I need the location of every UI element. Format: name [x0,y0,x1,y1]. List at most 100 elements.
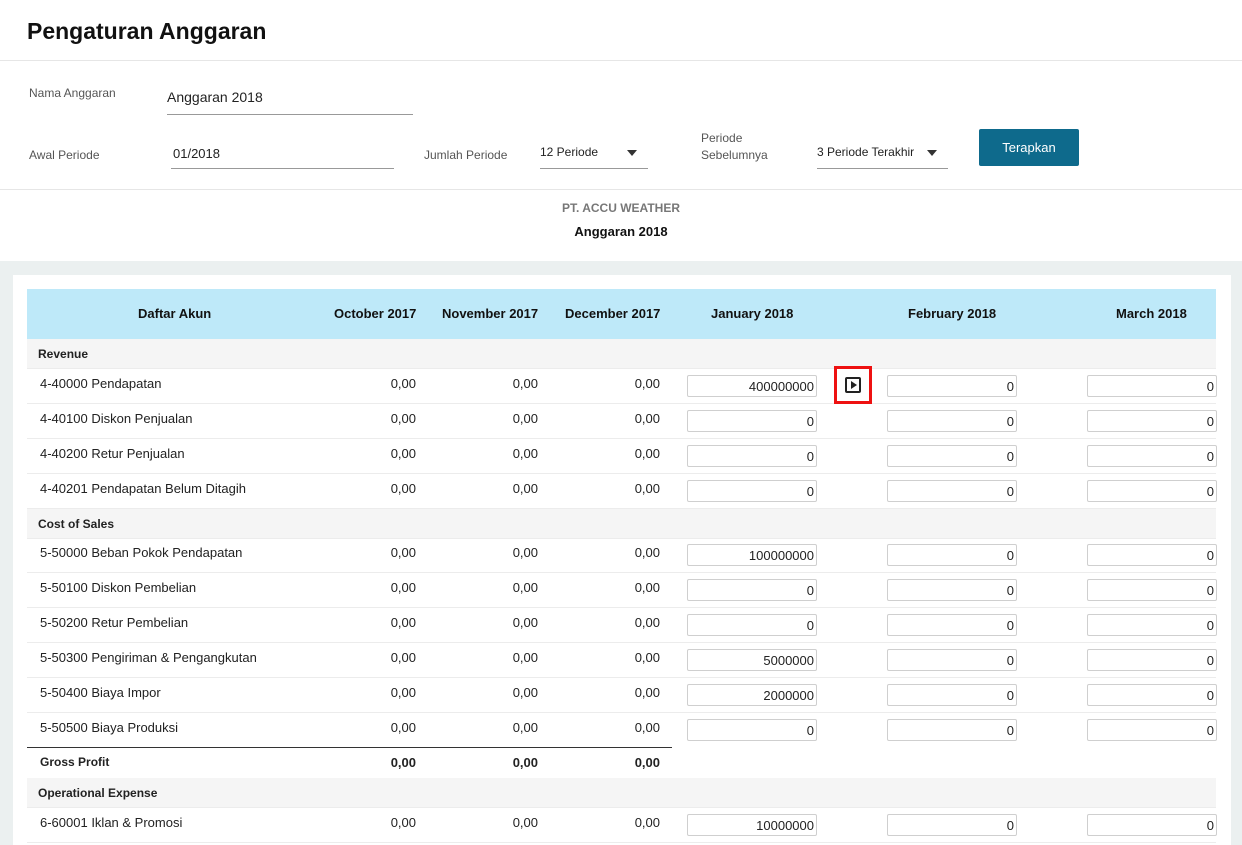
oct-value: 0,00 [390,815,416,830]
period-count-select[interactable]: 12 Periode [540,145,598,159]
oct-value: 0,00 [390,411,416,426]
company-name: PT. ACCU WEATHER [562,201,680,215]
dec-value: 0,00 [634,615,660,630]
mar-budget-input[interactable] [1087,410,1217,432]
account-name: 4-40100 Diskon Penjualan [40,411,193,426]
feb-budget-input[interactable] [887,410,1017,432]
chevron-down-icon[interactable] [927,150,937,156]
oct-value: 0,00 [390,685,416,700]
apply-button[interactable]: Terapkan [979,129,1079,166]
mar-budget-input[interactable] [1087,544,1217,566]
page-title: Pengaturan Anggaran [27,18,267,44]
mar-budget-input[interactable] [1087,684,1217,706]
nov-value: 0,00 [512,815,538,830]
mar-budget-input[interactable] [1087,614,1217,636]
section-label: Operational Expense [38,786,158,800]
table-row: 6-60001 Iklan & Promosi 0,00 0,00 0,00 [27,808,1217,843]
dec-value: 0,00 [634,580,660,595]
oct-value: 0,00 [390,615,416,630]
dec-value: 0,00 [634,815,660,830]
account-name: 4-40201 Pendapatan Belum Ditagih [40,481,246,496]
col-header-feb: February 2018 [908,306,997,321]
table-row: 5-50300 Pengiriman & Pengangkutan 0,00 0… [27,643,1217,678]
report-title: Anggaran 2018 [574,224,668,239]
account-name: 5-50300 Pengiriman & Pengangkutan [40,650,257,665]
nov-value: 0,00 [512,580,538,595]
jan-budget-input[interactable] [687,480,817,502]
play-square-icon [845,377,861,393]
jan-budget-input[interactable] [687,375,817,397]
jan-budget-input[interactable] [687,410,817,432]
dec-value: 0,00 [634,545,660,560]
mar-budget-input[interactable] [1087,814,1217,836]
table-row: 5-50500 Biaya Produksi 0,00 0,00 0,00 [27,713,1217,748]
feb-budget-input[interactable] [887,480,1017,502]
copy-to-next-period-button[interactable] [834,366,872,404]
table-row: 5-50100 Diskon Pembelian 0,00 0,00 0,00 [27,573,1217,608]
feb-budget-input[interactable] [887,544,1017,566]
period-count-label: Jumlah Periode [424,148,508,162]
account-name: 5-50200 Retur Pembelian [40,615,189,630]
previous-period-label-1: Periode [701,131,743,145]
mar-budget-input[interactable] [1087,480,1217,502]
jan-budget-input[interactable] [687,719,817,741]
table-row: 4-40000 Pendapatan 0,00 0,00 0,00 [27,369,1217,404]
jan-budget-input[interactable] [687,814,817,836]
feb-budget-input[interactable] [887,649,1017,671]
col-header-jan: January 2018 [711,306,794,321]
col-header-mar: March 2018 [1116,306,1187,321]
feb-budget-input[interactable] [887,445,1017,467]
feb-budget-input[interactable] [887,719,1017,741]
section-row: Revenue [27,339,1216,369]
nov-value: 0,00 [512,545,538,560]
budget-name-underline [167,114,413,115]
nov-value: 0,00 [512,650,538,665]
previous-period-select[interactable]: 3 Periode Terakhir [817,145,914,159]
oct-value: 0,00 [390,580,416,595]
start-period-label: Awal Periode [29,148,100,162]
account-name: 5-50100 Diskon Pembelian [40,580,197,595]
feb-budget-input[interactable] [887,375,1017,397]
account-name: 4-40000 Pendapatan [40,376,162,391]
previous-period-label-2: Sebelumnya [701,148,768,162]
table-row: 4-40201 Pendapatan Belum Ditagih 0,00 0,… [27,474,1217,509]
section-label: Revenue [38,347,89,361]
section-label: Cost of Sales [38,517,115,531]
col-header-dec: December 2017 [565,306,661,321]
jan-budget-input[interactable] [687,579,817,601]
nov-value: 0,00 [512,411,538,426]
jan-budget-input[interactable] [687,649,817,671]
dec-value: 0,00 [634,720,660,735]
mar-budget-input[interactable] [1087,649,1217,671]
mar-budget-input[interactable] [1087,445,1217,467]
nov-value: 0,00 [512,685,538,700]
nov-value: 0,00 [512,720,538,735]
dec-value: 0,00 [634,376,660,391]
account-name: 4-40200 Retur Penjualan [40,446,185,461]
feb-budget-input[interactable] [887,814,1017,836]
mar-budget-input[interactable] [1087,579,1217,601]
feb-budget-input[interactable] [887,684,1017,706]
mar-budget-input[interactable] [1087,375,1217,397]
jan-budget-input[interactable] [687,614,817,636]
section-row: Operational Expense [27,778,1216,808]
nov-value: 0,00 [512,446,538,461]
account-name: 5-50400 Biaya Impor [40,685,161,700]
jan-budget-input[interactable] [687,445,817,467]
divider [0,60,1242,61]
account-name: 5-50000 Beban Pokok Pendapatan [40,545,243,560]
mar-budget-input[interactable] [1087,719,1217,741]
feb-budget-input[interactable] [887,579,1017,601]
budget-name-field[interactable]: Anggaran 2018 [167,89,263,105]
jan-budget-input[interactable] [687,544,817,566]
chevron-down-icon[interactable] [627,150,637,156]
feb-budget-input[interactable] [887,614,1017,636]
table-header: Daftar Akun October 2017 November 2017 D… [27,289,1216,339]
jan-budget-input[interactable] [687,684,817,706]
oct-value: 0,00 [390,720,416,735]
oct-value: 0,00 [390,545,416,560]
oct-value: 0,00 [390,376,416,391]
gross-profit-label: Gross Profit [40,755,110,769]
table-row: 4-40200 Retur Penjualan 0,00 0,00 0,00 [27,439,1217,474]
start-period-field[interactable]: 01/2018 [173,146,220,161]
